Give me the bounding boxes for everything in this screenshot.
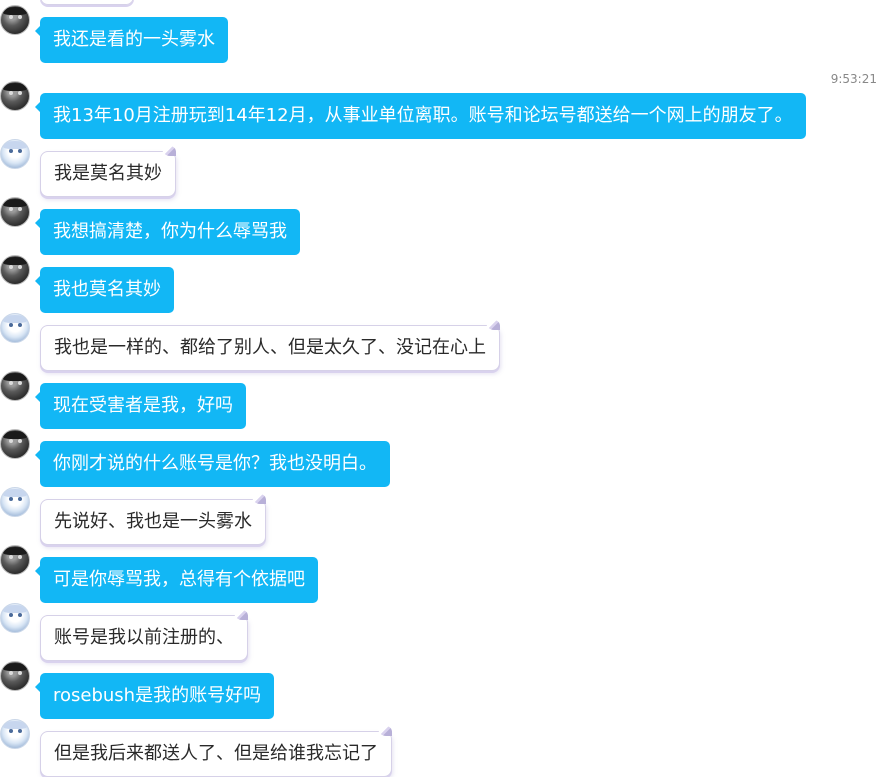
bubble-corner-decoration — [162, 146, 176, 156]
message-text: 我也是一样的、都给了别人、但是太久了、没记在心上 — [54, 337, 486, 358]
incoming-message-bubble[interactable]: 但是我后来都送人了、但是给谁我忘记了 — [40, 726, 392, 777]
message-timestamp: 9:53:21 — [830, 72, 877, 86]
user-avatar-self[interactable] — [0, 255, 30, 285]
user-avatar-self[interactable] — [0, 661, 30, 691]
message-text: rosebush是我的账号好吗 — [53, 685, 262, 706]
user-avatar-self[interactable] — [0, 429, 30, 459]
outgoing-message-bubble[interactable]: 我也莫名其妙 — [35, 267, 174, 313]
message-text: 我想搞清楚，你为什么辱骂我 — [53, 221, 287, 242]
bubble-corner-decoration — [486, 320, 500, 330]
message-text: 你刚才说的什么账号是你？我也没明白。 — [53, 453, 377, 474]
user-avatar-contact[interactable] — [0, 719, 30, 749]
message-text: 账号是我以前注册的、 — [54, 627, 234, 648]
message-text: 先说好、我也是一头雾水 — [54, 511, 252, 532]
outgoing-message-bubble[interactable]: 你刚才说的什么账号是你？我也没明白。 — [35, 441, 390, 487]
user-avatar-self[interactable] — [0, 81, 30, 111]
user-avatar-contact[interactable] — [0, 313, 30, 343]
incoming-message-bubble[interactable]: 账号是我以前注册的、 — [40, 610, 248, 661]
message-text: 现在受害者是我，好吗 — [53, 395, 233, 416]
user-avatar-self[interactable] — [0, 371, 30, 401]
bubble-corner-decoration — [378, 726, 392, 736]
outgoing-message-bubble[interactable]: rosebush是我的账号好吗 — [34, 673, 275, 719]
incoming-message-bubble[interactable]: 先说好、我也是一头雾水 — [40, 494, 266, 545]
message-text: 我也莫名其妙 — [53, 279, 161, 300]
outgoing-message-bubble[interactable]: 我13年10月注册玩到14年12月，从事业单位离职。账号和论坛号都送给一个网上的… — [35, 93, 806, 139]
chat-message-list[interactable]: 9:53:21 我还是看的一头雾水我13年10月注册玩到14年12月，从事业单位… — [0, 0, 895, 777]
message-text: 我13年10月注册玩到14年12月，从事业单位离职。账号和论坛号都送给一个网上的… — [53, 105, 793, 126]
outgoing-message-bubble[interactable]: 我想搞清楚，你为什么辱骂我 — [35, 209, 300, 255]
message-text: 我是莫名其妙 — [54, 163, 162, 184]
user-avatar-self[interactable] — [0, 5, 30, 35]
outgoing-message-bubble[interactable]: 可是你辱骂我，总得有个依据吧 — [35, 557, 318, 603]
bubble-corner-decoration — [234, 610, 248, 620]
incoming-message-bubble[interactable]: 我也是一样的、都给了别人、但是太久了、没记在心上 — [40, 320, 500, 371]
message-text: 我还是看的一头雾水 — [53, 29, 215, 50]
user-avatar-contact[interactable] — [0, 603, 30, 633]
user-avatar-contact[interactable] — [0, 487, 30, 517]
message-text: 可是你辱骂我，总得有个依据吧 — [53, 569, 305, 590]
incoming-message-bubble[interactable]: 我是莫名其妙 — [40, 146, 176, 197]
message-text: 但是我后来都送人了、但是给谁我忘记了 — [54, 743, 378, 764]
bubble-corner-decoration — [252, 494, 266, 504]
user-avatar-contact[interactable] — [0, 139, 30, 169]
user-avatar-self[interactable] — [0, 545, 30, 575]
outgoing-message-bubble[interactable]: 我还是看的一头雾水 — [35, 17, 228, 63]
user-avatar-self[interactable] — [0, 197, 30, 227]
outgoing-message-bubble[interactable]: 现在受害者是我，好吗 — [35, 383, 246, 429]
previous-message-bubble-edge — [40, 0, 134, 5]
